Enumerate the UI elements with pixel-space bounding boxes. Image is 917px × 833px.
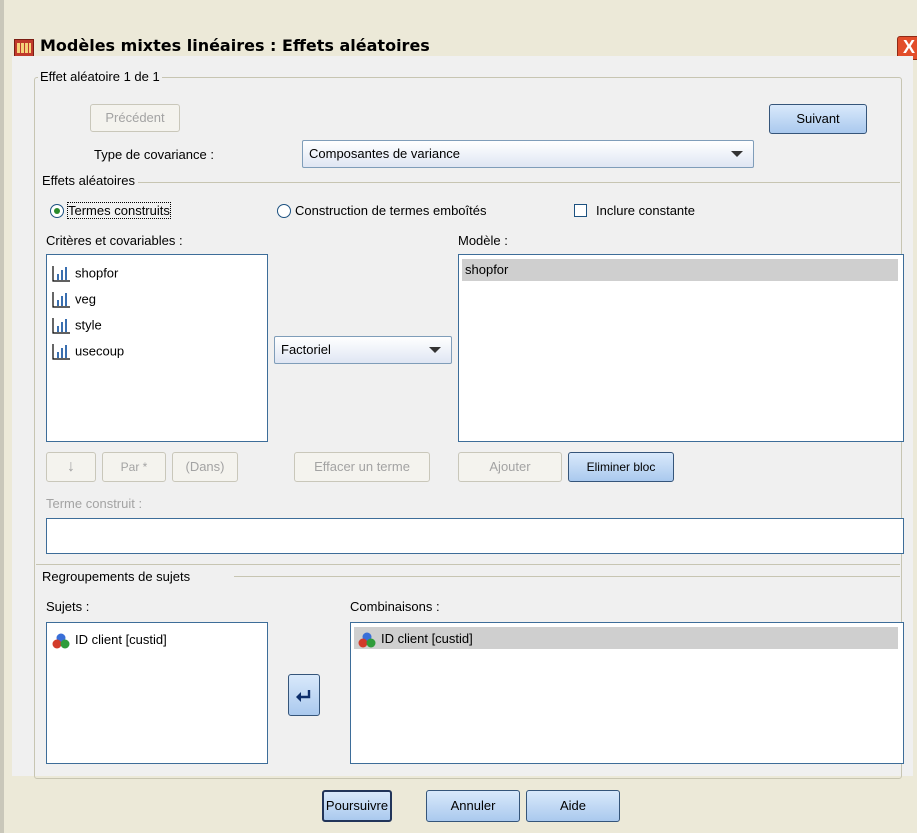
model-list[interactable]: shopfor: [458, 254, 904, 442]
enter-arrow-icon: [296, 690, 311, 703]
list-item[interactable]: shopfor: [462, 259, 898, 281]
title-bar[interactable]: Modèles mixtes linéaires : Effets aléato…: [4, 14, 917, 60]
build-type-value: Factoriel: [281, 342, 331, 357]
list-item[interactable]: style: [51, 317, 102, 339]
dialog-window: Modèles mixtes linéaires : Effets aléato…: [0, 0, 917, 833]
scale-variable-icon: [52, 266, 70, 282]
include-intercept-checkbox[interactable]: [574, 204, 587, 217]
factors-covariates-label: Critères et covariables :: [46, 233, 183, 248]
built-term-field[interactable]: [46, 518, 904, 554]
list-item[interactable]: veg: [51, 291, 96, 313]
nominal-variable-icon: [52, 633, 70, 649]
by-button[interactable]: Par *: [102, 452, 166, 482]
list-item[interactable]: ID client [custid]: [354, 627, 898, 649]
built-term-label: Terme construit :: [46, 496, 143, 511]
nested-terms-radio-label[interactable]: Construction de termes emboîtés: [295, 203, 486, 218]
chevron-down-icon: [429, 347, 441, 353]
subject-groupings-separator: [234, 576, 900, 577]
down-arrow-button[interactable]: ↓: [46, 452, 96, 482]
subject-groupings-label: Regroupements de sujets: [42, 569, 194, 584]
dialog-body: Effet aléatoire 1 de 1 Précédent Suivant…: [12, 56, 913, 779]
list-item[interactable]: shopfor: [51, 265, 118, 287]
random-effects-label: Effets aléatoires: [42, 173, 138, 188]
section-separator: [36, 564, 900, 565]
continue-button[interactable]: Poursuivre: [322, 790, 392, 822]
previous-button[interactable]: Précédent: [90, 104, 180, 132]
factors-covariates-list[interactable]: shopfor veg style usecoup: [46, 254, 268, 442]
subject-item-label: ID client [custid]: [75, 632, 167, 647]
include-intercept-label[interactable]: Inclure constante: [596, 203, 695, 218]
model-item-label: shopfor: [465, 262, 509, 277]
variable-label: usecoup: [75, 343, 125, 359]
add-button[interactable]: Ajouter: [458, 452, 562, 482]
covariance-type-label: Type de covariance :: [94, 147, 214, 162]
nested-terms-radio[interactable]: [277, 204, 291, 218]
scale-variable-icon: [52, 318, 70, 334]
help-button[interactable]: Aide: [526, 790, 620, 822]
clear-term-button[interactable]: Effacer un terme: [294, 452, 430, 482]
subjects-list[interactable]: ID client [custid]: [46, 622, 268, 764]
close-icon: X: [902, 37, 915, 57]
random-effect-group-label: Effet aléatoire 1 de 1: [38, 69, 162, 84]
window-title: Modèles mixtes linéaires : Effets aléato…: [40, 36, 430, 55]
variable-label: shopfor: [75, 265, 119, 281]
cancel-button[interactable]: Annuler: [426, 790, 520, 822]
scale-variable-icon: [52, 344, 70, 360]
combination-item-label: ID client [custid]: [381, 631, 473, 646]
combinations-label: Combinaisons :: [350, 599, 440, 614]
random-effects-separator: [112, 182, 900, 183]
list-item[interactable]: usecoup: [51, 343, 124, 365]
next-button[interactable]: Suivant: [769, 104, 867, 134]
scale-variable-icon: [52, 292, 70, 308]
variable-label: veg: [75, 291, 96, 307]
build-type-select[interactable]: Factoriel: [274, 336, 452, 364]
build-terms-radio[interactable]: [50, 204, 64, 218]
build-terms-radio-label[interactable]: Termes construits: [67, 202, 171, 219]
app-icon: [14, 39, 34, 57]
remove-button[interactable]: Eliminer bloc: [568, 452, 674, 482]
variable-label: style: [75, 317, 102, 333]
covariance-type-value: Composantes de variance: [309, 146, 461, 161]
covariance-type-select[interactable]: Composantes de variance: [302, 140, 754, 168]
subjects-label: Sujets :: [46, 599, 90, 614]
list-item[interactable]: ID client [custid]: [51, 629, 167, 651]
chevron-down-icon: [731, 151, 743, 157]
nominal-variable-icon: [358, 632, 376, 648]
combinations-list[interactable]: ID client [custid]: [350, 622, 904, 764]
model-label: Modèle :: [458, 233, 508, 248]
within-button[interactable]: (Dans): [172, 452, 238, 482]
arrow-down-icon: ↓: [67, 458, 75, 475]
move-to-combinations-button[interactable]: [288, 674, 320, 716]
